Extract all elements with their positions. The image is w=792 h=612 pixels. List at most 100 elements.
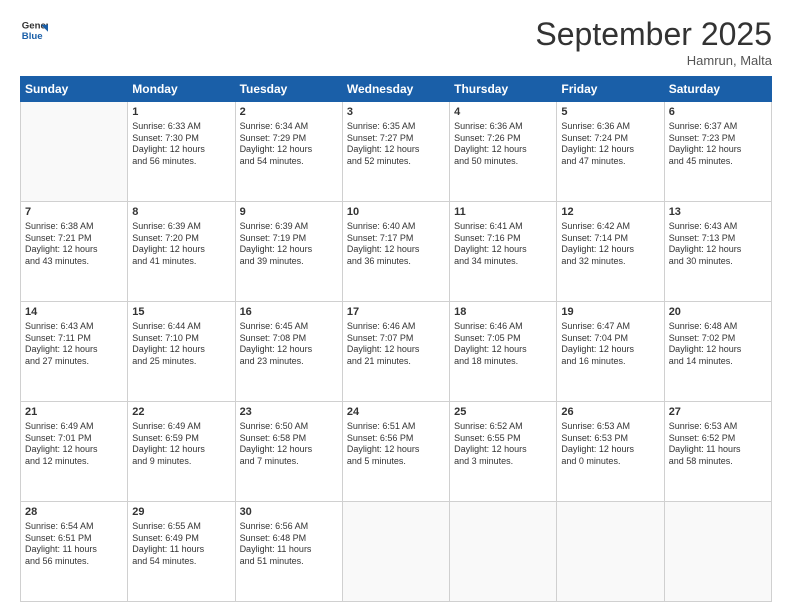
day-number: 16	[240, 305, 338, 320]
day-info: Sunrise: 6:47 AMSunset: 7:04 PMDaylight:…	[561, 321, 659, 368]
svg-text:Blue: Blue	[22, 31, 43, 42]
month-title: September 2025	[535, 16, 772, 53]
day-info: Sunrise: 6:56 AMSunset: 6:48 PMDaylight:…	[240, 521, 338, 568]
calendar-cell: 4Sunrise: 6:36 AMSunset: 7:26 PMDaylight…	[450, 102, 557, 202]
calendar-cell	[664, 502, 771, 602]
day-info: Sunrise: 6:36 AMSunset: 7:24 PMDaylight:…	[561, 121, 659, 168]
logo: General Blue	[20, 16, 50, 44]
calendar-cell: 22Sunrise: 6:49 AMSunset: 6:59 PMDayligh…	[128, 402, 235, 502]
col-wednesday: Wednesday	[342, 77, 449, 102]
day-info: Sunrise: 6:51 AMSunset: 6:56 PMDaylight:…	[347, 421, 445, 468]
col-tuesday: Tuesday	[235, 77, 342, 102]
day-info: Sunrise: 6:46 AMSunset: 7:05 PMDaylight:…	[454, 321, 552, 368]
day-info: Sunrise: 6:39 AMSunset: 7:19 PMDaylight:…	[240, 221, 338, 268]
col-sunday: Sunday	[21, 77, 128, 102]
day-number: 7	[25, 205, 123, 220]
calendar-header-row: Sunday Monday Tuesday Wednesday Thursday…	[21, 77, 772, 102]
day-info: Sunrise: 6:41 AMSunset: 7:16 PMDaylight:…	[454, 221, 552, 268]
day-info: Sunrise: 6:39 AMSunset: 7:20 PMDaylight:…	[132, 221, 230, 268]
day-info: Sunrise: 6:53 AMSunset: 6:52 PMDaylight:…	[669, 421, 767, 468]
day-number: 1	[132, 105, 230, 120]
day-number: 14	[25, 305, 123, 320]
week-row-4: 21Sunrise: 6:49 AMSunset: 7:01 PMDayligh…	[21, 402, 772, 502]
week-row-1: 1Sunrise: 6:33 AMSunset: 7:30 PMDaylight…	[21, 102, 772, 202]
day-info: Sunrise: 6:55 AMSunset: 6:49 PMDaylight:…	[132, 521, 230, 568]
day-number: 17	[347, 305, 445, 320]
day-number: 21	[25, 405, 123, 420]
calendar-cell: 30Sunrise: 6:56 AMSunset: 6:48 PMDayligh…	[235, 502, 342, 602]
col-saturday: Saturday	[664, 77, 771, 102]
calendar-cell	[21, 102, 128, 202]
calendar-cell: 2Sunrise: 6:34 AMSunset: 7:29 PMDaylight…	[235, 102, 342, 202]
day-info: Sunrise: 6:42 AMSunset: 7:14 PMDaylight:…	[561, 221, 659, 268]
calendar-body: 1Sunrise: 6:33 AMSunset: 7:30 PMDaylight…	[21, 102, 772, 602]
location: Hamrun, Malta	[535, 53, 772, 68]
calendar-cell: 6Sunrise: 6:37 AMSunset: 7:23 PMDaylight…	[664, 102, 771, 202]
day-number: 27	[669, 405, 767, 420]
day-info: Sunrise: 6:52 AMSunset: 6:55 PMDaylight:…	[454, 421, 552, 468]
day-number: 19	[561, 305, 659, 320]
day-number: 3	[347, 105, 445, 120]
calendar-cell: 25Sunrise: 6:52 AMSunset: 6:55 PMDayligh…	[450, 402, 557, 502]
calendar-cell: 12Sunrise: 6:42 AMSunset: 7:14 PMDayligh…	[557, 202, 664, 302]
calendar-cell: 18Sunrise: 6:46 AMSunset: 7:05 PMDayligh…	[450, 302, 557, 402]
day-info: Sunrise: 6:33 AMSunset: 7:30 PMDaylight:…	[132, 121, 230, 168]
day-number: 11	[454, 205, 552, 220]
day-number: 30	[240, 505, 338, 520]
calendar-cell	[450, 502, 557, 602]
day-info: Sunrise: 6:53 AMSunset: 6:53 PMDaylight:…	[561, 421, 659, 468]
calendar-cell: 28Sunrise: 6:54 AMSunset: 6:51 PMDayligh…	[21, 502, 128, 602]
week-row-3: 14Sunrise: 6:43 AMSunset: 7:11 PMDayligh…	[21, 302, 772, 402]
day-number: 13	[669, 205, 767, 220]
calendar-cell: 24Sunrise: 6:51 AMSunset: 6:56 PMDayligh…	[342, 402, 449, 502]
calendar-cell: 20Sunrise: 6:48 AMSunset: 7:02 PMDayligh…	[664, 302, 771, 402]
page-header: General Blue September 2025 Hamrun, Malt…	[20, 16, 772, 68]
day-number: 22	[132, 405, 230, 420]
calendar-cell: 9Sunrise: 6:39 AMSunset: 7:19 PMDaylight…	[235, 202, 342, 302]
calendar-cell: 14Sunrise: 6:43 AMSunset: 7:11 PMDayligh…	[21, 302, 128, 402]
calendar-cell: 5Sunrise: 6:36 AMSunset: 7:24 PMDaylight…	[557, 102, 664, 202]
day-number: 9	[240, 205, 338, 220]
day-number: 25	[454, 405, 552, 420]
calendar-cell: 21Sunrise: 6:49 AMSunset: 7:01 PMDayligh…	[21, 402, 128, 502]
day-info: Sunrise: 6:36 AMSunset: 7:26 PMDaylight:…	[454, 121, 552, 168]
day-info: Sunrise: 6:50 AMSunset: 6:58 PMDaylight:…	[240, 421, 338, 468]
calendar-cell: 3Sunrise: 6:35 AMSunset: 7:27 PMDaylight…	[342, 102, 449, 202]
calendar-table: Sunday Monday Tuesday Wednesday Thursday…	[20, 76, 772, 602]
calendar-cell: 29Sunrise: 6:55 AMSunset: 6:49 PMDayligh…	[128, 502, 235, 602]
calendar-cell: 23Sunrise: 6:50 AMSunset: 6:58 PMDayligh…	[235, 402, 342, 502]
day-info: Sunrise: 6:45 AMSunset: 7:08 PMDaylight:…	[240, 321, 338, 368]
col-friday: Friday	[557, 77, 664, 102]
day-number: 2	[240, 105, 338, 120]
calendar-cell: 15Sunrise: 6:44 AMSunset: 7:10 PMDayligh…	[128, 302, 235, 402]
week-row-2: 7Sunrise: 6:38 AMSunset: 7:21 PMDaylight…	[21, 202, 772, 302]
col-thursday: Thursday	[450, 77, 557, 102]
day-info: Sunrise: 6:49 AMSunset: 7:01 PMDaylight:…	[25, 421, 123, 468]
calendar-cell: 16Sunrise: 6:45 AMSunset: 7:08 PMDayligh…	[235, 302, 342, 402]
logo-icon: General Blue	[20, 16, 48, 44]
calendar-cell	[557, 502, 664, 602]
day-number: 15	[132, 305, 230, 320]
calendar-cell: 26Sunrise: 6:53 AMSunset: 6:53 PMDayligh…	[557, 402, 664, 502]
day-number: 6	[669, 105, 767, 120]
calendar-cell: 7Sunrise: 6:38 AMSunset: 7:21 PMDaylight…	[21, 202, 128, 302]
day-number: 29	[132, 505, 230, 520]
calendar-cell: 27Sunrise: 6:53 AMSunset: 6:52 PMDayligh…	[664, 402, 771, 502]
day-info: Sunrise: 6:38 AMSunset: 7:21 PMDaylight:…	[25, 221, 123, 268]
day-number: 8	[132, 205, 230, 220]
calendar-cell: 17Sunrise: 6:46 AMSunset: 7:07 PMDayligh…	[342, 302, 449, 402]
col-monday: Monday	[128, 77, 235, 102]
day-info: Sunrise: 6:37 AMSunset: 7:23 PMDaylight:…	[669, 121, 767, 168]
day-info: Sunrise: 6:48 AMSunset: 7:02 PMDaylight:…	[669, 321, 767, 368]
day-info: Sunrise: 6:35 AMSunset: 7:27 PMDaylight:…	[347, 121, 445, 168]
calendar-cell: 8Sunrise: 6:39 AMSunset: 7:20 PMDaylight…	[128, 202, 235, 302]
day-info: Sunrise: 6:43 AMSunset: 7:11 PMDaylight:…	[25, 321, 123, 368]
day-number: 4	[454, 105, 552, 120]
day-number: 23	[240, 405, 338, 420]
day-number: 28	[25, 505, 123, 520]
day-number: 20	[669, 305, 767, 320]
day-info: Sunrise: 6:44 AMSunset: 7:10 PMDaylight:…	[132, 321, 230, 368]
calendar-cell: 13Sunrise: 6:43 AMSunset: 7:13 PMDayligh…	[664, 202, 771, 302]
calendar-cell	[342, 502, 449, 602]
day-number: 5	[561, 105, 659, 120]
